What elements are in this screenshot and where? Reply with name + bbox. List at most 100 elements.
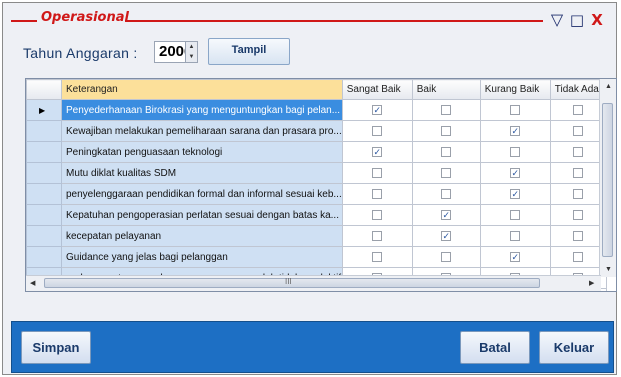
close-icon[interactable]: X (589, 12, 605, 28)
cell-baik (411, 141, 481, 163)
operasional-grid[interactable]: Keterangan Sangat Baik Baik Kurang Baik … (25, 78, 617, 292)
keterangan-cell[interactable]: penyelenggaraan pendidikan formal dan in… (61, 183, 343, 205)
batal-button[interactable]: Batal (460, 331, 530, 364)
spin-down-icon[interactable]: ▼ (185, 52, 197, 62)
checkbox-baik[interactable] (441, 125, 452, 136)
keterangan-cell[interactable]: Kepatuhan pengoperasian perlatan sesuai … (61, 204, 343, 226)
vertical-scroll-thumb[interactable] (602, 103, 613, 257)
row-header[interactable] (26, 204, 62, 226)
column-header-kurang-baik[interactable]: Kurang Baik (479, 79, 551, 100)
keterangan-cell[interactable]: Kewajiban melakukan pemeliharaan sarana … (61, 120, 343, 142)
cell-kurang-baik (479, 204, 551, 226)
cell-kurang-baik: ✓ (479, 246, 551, 268)
cell-baik (411, 246, 481, 268)
checkbox-tidak-ada[interactable] (573, 104, 584, 115)
checkbox-baik[interactable] (441, 104, 452, 115)
checkbox-sangat-baik[interactable] (372, 188, 383, 199)
checkbox-baik[interactable] (441, 251, 452, 262)
scroll-up-icon[interactable]: ▲ (605, 83, 612, 90)
scroll-left-icon[interactable]: ◀ (30, 279, 35, 287)
cell-kurang-baik (479, 141, 551, 163)
tahun-anggaran-label: Tahun Anggaran : (23, 45, 138, 61)
column-header-keterangan[interactable]: Keterangan (61, 79, 343, 100)
row-header[interactable] (26, 246, 62, 268)
scroll-down-icon[interactable]: ▼ (605, 266, 612, 273)
cell-sangat-baik (341, 225, 413, 247)
checkbox-kurang-baik[interactable]: ✓ (510, 251, 521, 262)
checkbox-kurang-baik[interactable] (510, 230, 521, 241)
checkbox-tidak-ada[interactable] (573, 230, 584, 241)
checkbox-sangat-baik[interactable] (372, 209, 383, 220)
cell-kurang-baik: ✓ (479, 162, 551, 184)
tampil-button[interactable]: Tampil (208, 38, 290, 65)
checkbox-kurang-baik[interactable] (510, 146, 521, 157)
table-row[interactable]: Peningkatan penguasaan teknologi ✓ (26, 141, 607, 163)
row-header[interactable] (26, 141, 62, 163)
checkbox-baik[interactable] (441, 146, 452, 157)
scroll-grip: III (285, 277, 292, 286)
checkbox-tidak-ada[interactable] (573, 125, 584, 136)
checkbox-kurang-baik[interactable] (510, 209, 521, 220)
checkbox-sangat-baik[interactable] (372, 125, 383, 136)
keterangan-cell[interactable]: Guidance yang jelas bagi pelanggan (61, 246, 343, 268)
checkbox-kurang-baik[interactable]: ✓ (510, 167, 521, 178)
checkbox-tidak-ada[interactable] (573, 188, 584, 199)
keluar-button[interactable]: Keluar (539, 331, 609, 364)
row-header[interactable] (26, 162, 62, 184)
cell-tidak-ada (549, 225, 607, 247)
checkbox-tidak-ada[interactable] (573, 167, 584, 178)
cell-kurang-baik (479, 99, 551, 121)
cell-baik: ✓ (411, 204, 481, 226)
checkbox-sangat-baik[interactable] (372, 251, 383, 262)
vertical-scrollbar[interactable]: ▲ ▼ (599, 79, 616, 277)
maximize-icon[interactable]: □ (569, 12, 585, 28)
horizontal-scroll-thumb[interactable]: III (44, 277, 540, 288)
checkbox-kurang-baik[interactable]: ✓ (510, 188, 521, 199)
year-stepper[interactable]: 2006 ▲ ▼ (154, 41, 198, 63)
column-header-tidak-ada[interactable]: Tidak Ada (549, 79, 607, 100)
checkbox-sangat-baik[interactable]: ✓ (372, 104, 383, 115)
row-header[interactable] (26, 225, 62, 247)
table-row[interactable]: Kewajiban melakukan pemeliharaan sarana … (26, 120, 607, 142)
table-row[interactable]: penyelenggaraan pendidikan formal dan in… (26, 183, 607, 205)
keterangan-cell[interactable]: Peningkatan penguasaan teknologi (61, 141, 343, 163)
checkbox-baik[interactable]: ✓ (441, 230, 452, 241)
keterangan-cell[interactable]: Mutu diklat kualitas SDM (61, 162, 343, 184)
cell-tidak-ada (549, 120, 607, 142)
checkbox-tidak-ada[interactable] (573, 146, 584, 157)
window-frame: Operasional ▽ □ X Tahun Anggaran : 2006 … (2, 2, 617, 375)
checkbox-sangat-baik[interactable]: ✓ (372, 146, 383, 157)
checkbox-kurang-baik[interactable] (510, 104, 521, 115)
title-bar: Operasional ▽ □ X (11, 7, 611, 31)
column-header-baik[interactable]: Baik (411, 79, 481, 100)
table-row[interactable]: kecepatan pelayanan ✓ (26, 225, 607, 247)
column-header-sangat-baik[interactable]: Sangat Baik (341, 79, 413, 100)
table-row[interactable]: Kepatuhan pengoperasian perlatan sesuai … (26, 204, 607, 226)
checkbox-baik[interactable]: ✓ (441, 209, 452, 220)
checkbox-sangat-baik[interactable] (372, 167, 383, 178)
horizontal-scrollbar[interactable]: ◀ III ▶ (26, 275, 601, 291)
scroll-right-icon[interactable]: ▶ (589, 279, 594, 287)
table-row[interactable]: ▶ Penyederhanaan Birokrasi yang menguntun… (26, 99, 607, 121)
table-row[interactable]: Mutu diklat kualitas SDM ✓ (26, 162, 607, 184)
minimize-icon[interactable]: ▽ (549, 12, 565, 28)
cell-tidak-ada (549, 246, 607, 268)
row-header[interactable]: ▶ (26, 99, 62, 121)
simpan-button[interactable]: Simpan (21, 331, 91, 364)
checkbox-kurang-baik[interactable]: ✓ (510, 125, 521, 136)
current-row-icon: ▶ (39, 105, 46, 115)
cell-kurang-baik: ✓ (479, 183, 551, 205)
cell-sangat-baik (341, 183, 413, 205)
row-header[interactable] (26, 183, 62, 205)
checkbox-baik[interactable] (441, 188, 452, 199)
keterangan-cell[interactable]: Penyederhanaan Birokrasi yang menguntung… (61, 99, 343, 121)
corner-header (26, 79, 62, 100)
checkbox-baik[interactable] (441, 167, 452, 178)
checkbox-tidak-ada[interactable] (573, 209, 584, 220)
table-row[interactable]: Guidance yang jelas bagi pelanggan ✓ (26, 246, 607, 268)
checkbox-sangat-baik[interactable] (372, 230, 383, 241)
checkbox-tidak-ada[interactable] (573, 251, 584, 262)
spin-up-icon[interactable]: ▲ (185, 42, 197, 52)
row-header[interactable] (26, 120, 62, 142)
keterangan-cell[interactable]: kecepatan pelayanan (61, 225, 343, 247)
